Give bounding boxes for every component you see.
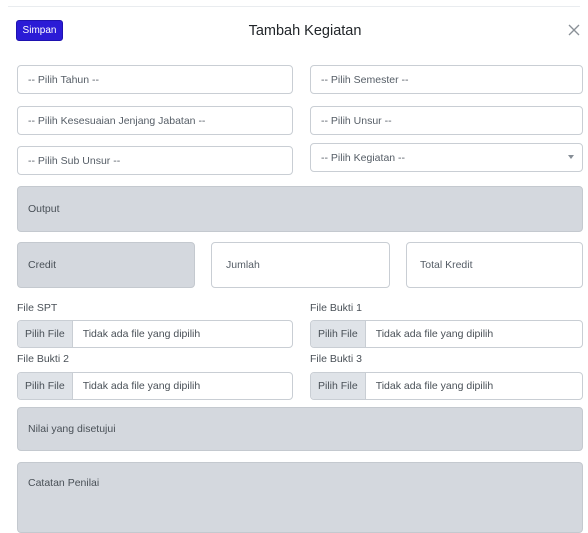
output-field-text: Output <box>28 203 60 215</box>
save-button[interactable]: Simpan <box>16 20 63 41</box>
total-kredit-input[interactable]: Total Kredit <box>406 242 583 288</box>
modal-title: Tambah Kegiatan <box>248 23 362 39</box>
top-divider <box>8 6 580 7</box>
file-bukti2-status: Tidak ada file yang dipilih <box>82 380 201 392</box>
unsur-select[interactable]: -- Pilih Unsur -- <box>310 106 583 135</box>
nilai-disetujui-field: Nilai yang disetujui <box>17 407 583 451</box>
file-bukti3-status: Tidak ada file yang dipilih <box>375 380 494 392</box>
tahun-select-text: -- Pilih Tahun -- <box>28 73 99 86</box>
file-bukti2-choose-button[interactable]: Pilih File <box>18 373 73 399</box>
file-spt-input[interactable]: Pilih File Tidak ada file yang dipilih <box>17 320 293 348</box>
file-bukti3-label: File Bukti 3 <box>310 353 362 365</box>
jenjang-jabatan-select[interactable]: -- Pilih Kesesuaian Jenjang Jabatan -- <box>17 106 293 135</box>
file-bukti1-choose-button[interactable]: Pilih File <box>311 321 366 347</box>
sub-unsur-select-text: -- Pilih Sub Unsur -- <box>28 154 121 167</box>
catatan-penilai-field: Catatan Penilai <box>17 462 583 533</box>
semester-select-text: -- Pilih Semester -- <box>321 73 409 86</box>
credit-field: Credit <box>17 242 195 288</box>
chevron-down-icon <box>568 155 574 159</box>
file-bukti1-label: File Bukti 1 <box>310 302 362 314</box>
file-bukti1-status: Tidak ada file yang dipilih <box>375 328 494 340</box>
jenjang-jabatan-select-text: -- Pilih Kesesuaian Jenjang Jabatan -- <box>28 114 206 127</box>
add-activity-modal: Simpan Tambah Kegiatan -- Pilih Tahun --… <box>0 0 588 533</box>
file-bukti2-input[interactable]: Pilih File Tidak ada file yang dipilih <box>17 372 293 400</box>
file-bukti2-label: File Bukti 2 <box>17 353 69 365</box>
sub-unsur-select[interactable]: -- Pilih Sub Unsur -- <box>17 146 293 175</box>
file-spt-choose-button[interactable]: Pilih File <box>18 321 73 347</box>
nilai-disetujui-field-text: Nilai yang disetujui <box>28 423 116 435</box>
credit-field-text: Credit <box>28 259 57 271</box>
jumlah-input-text: Jumlah <box>226 259 260 271</box>
kegiatan-select-text: -- Pilih Kegiatan -- <box>321 151 406 164</box>
unsur-select-text: -- Pilih Unsur -- <box>321 114 392 127</box>
kegiatan-select[interactable]: -- Pilih Kegiatan -- <box>310 143 583 172</box>
tahun-select[interactable]: -- Pilih Tahun -- <box>17 65 293 94</box>
file-spt-label: File SPT <box>17 302 58 314</box>
file-spt-status: Tidak ada file yang dipilih <box>82 328 201 340</box>
file-bukti1-input[interactable]: Pilih File Tidak ada file yang dipilih <box>310 320 583 348</box>
total-kredit-input-text: Total Kredit <box>420 259 473 271</box>
semester-select[interactable]: -- Pilih Semester -- <box>310 65 583 94</box>
output-field: Output <box>17 186 583 232</box>
catatan-penilai-field-text: Catatan Penilai <box>28 477 100 489</box>
file-bukti3-input[interactable]: Pilih File Tidak ada file yang dipilih <box>310 372 583 400</box>
jumlah-input[interactable]: Jumlah <box>211 242 390 288</box>
file-bukti3-choose-button[interactable]: Pilih File <box>311 373 366 399</box>
close-icon[interactable] <box>565 21 583 39</box>
